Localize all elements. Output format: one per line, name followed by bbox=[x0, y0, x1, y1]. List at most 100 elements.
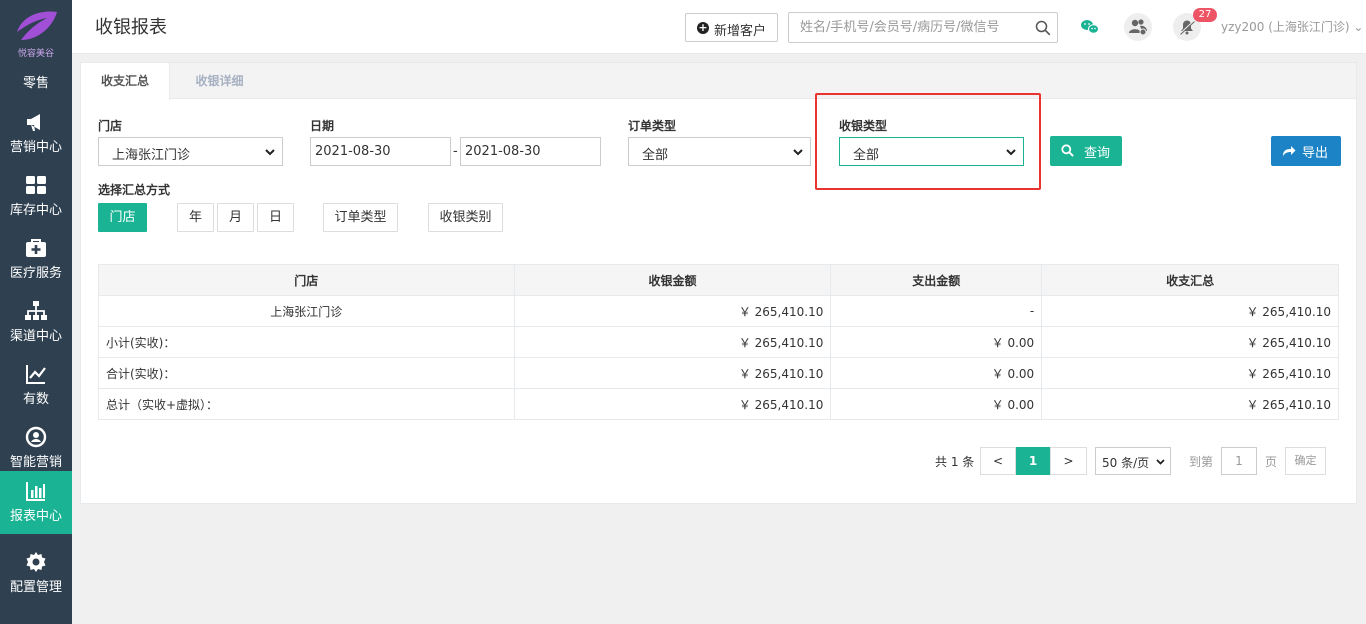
goto-confirm-button[interactable]: 确定 bbox=[1285, 447, 1326, 475]
report-panel: 收支汇总 收银详细 门店 上海张江门诊 日期 2021-08-30 - 2021… bbox=[80, 62, 1357, 504]
page-size-select[interactable]: 50 条/页 bbox=[1095, 447, 1171, 475]
gear-icon bbox=[26, 552, 46, 572]
nav-retail-label[interactable]: 零售 bbox=[0, 72, 72, 91]
group-by-cash-category-button[interactable]: 收银类别 bbox=[428, 203, 503, 232]
nav-item-reports[interactable]: 报表中心 bbox=[0, 471, 72, 534]
group-by-year-button[interactable]: 年 bbox=[177, 203, 214, 232]
table-cell: ￥ 0.00 bbox=[830, 357, 1043, 389]
chevron-down-icon bbox=[1156, 459, 1165, 465]
next-page-button[interactable]: > bbox=[1050, 447, 1087, 475]
table-cell: ￥ 265,410.10 bbox=[1041, 357, 1339, 389]
pagination-total: 共 1 条 bbox=[935, 455, 975, 469]
search-icon bbox=[1061, 144, 1074, 157]
export-button[interactable]: 导出 bbox=[1271, 136, 1341, 166]
table-cell: ￥ 265,410.10 bbox=[513, 295, 832, 327]
column-header: 收支汇总 bbox=[1041, 264, 1339, 296]
sitemap-icon bbox=[25, 301, 47, 320]
goto-label: 到第 bbox=[1189, 455, 1214, 469]
nav-item-label: 配置管理 bbox=[9, 580, 62, 595]
page-title: 收银报表 bbox=[95, 17, 167, 38]
tab-details[interactable]: 收银详细 bbox=[182, 63, 257, 99]
table-cell: 合计(实收)： bbox=[98, 357, 515, 389]
table-cell: 上海张江门诊 bbox=[98, 295, 515, 327]
group-by-store-button[interactable]: 门店 bbox=[98, 203, 147, 232]
column-header: 收银金额 bbox=[513, 264, 832, 296]
page-1-button[interactable]: 1 bbox=[1016, 447, 1050, 475]
table-cell: ￥ 265,410.10 bbox=[513, 357, 832, 389]
tab-bar: 收支汇总 收银详细 bbox=[81, 63, 1356, 100]
nav-item-data[interactable]: 有数 bbox=[0, 354, 72, 417]
group-by-month-button[interactable]: 月 bbox=[217, 203, 254, 232]
table-cell: ￥ 0.00 bbox=[830, 326, 1043, 358]
page-label: 页 bbox=[1265, 455, 1278, 469]
new-customer-button[interactable]: + 新增客户 bbox=[685, 13, 778, 42]
chevron-down-icon bbox=[793, 149, 803, 156]
store-label: 门店 bbox=[98, 119, 123, 133]
megaphone-icon bbox=[27, 114, 40, 131]
summary-table: 门店 收银金额 支出金额 收支汇总 上海张江门诊 ￥ 265,410.10 - … bbox=[98, 264, 1339, 420]
medkit-icon bbox=[26, 239, 46, 257]
nav-item-label: 医疗服务 bbox=[9, 266, 62, 281]
sidebar: 悦容美谷 零售 营销中心 库存中心 医疗服务 渠道中心 有数 智能营销 报表中心… bbox=[0, 0, 72, 624]
order-type-select-value: 全部 bbox=[642, 148, 669, 163]
cash-type-select[interactable]: 全部 bbox=[839, 137, 1024, 166]
top-header: 收银报表 + 新增客户 27 yzy200 (上海张江门诊) ⌄ bbox=[72, 0, 1366, 54]
nav-item-channel[interactable]: 渠道中心 bbox=[0, 291, 72, 354]
table-row: 小计(实收)： ￥ 265,410.10 ￥ 0.00 ￥ 265,410.10 bbox=[98, 326, 1339, 358]
nav-item-settings[interactable]: 配置管理 bbox=[0, 542, 72, 605]
notification-badge: 27 bbox=[1193, 8, 1217, 22]
smart-marketing-icon bbox=[25, 426, 47, 448]
bar-chart-icon bbox=[26, 482, 45, 501]
date-separator: - bbox=[453, 144, 458, 159]
query-button[interactable]: 查询 bbox=[1050, 136, 1122, 166]
table-cell: ￥ 265,410.10 bbox=[1041, 295, 1339, 327]
line-chart-icon bbox=[26, 365, 46, 384]
nav-item-medical[interactable]: 医疗服务 bbox=[0, 228, 72, 291]
nav-item-inventory[interactable]: 库存中心 bbox=[0, 165, 72, 228]
plus-circle-icon: + bbox=[697, 21, 709, 34]
search-input[interactable] bbox=[789, 13, 1029, 42]
table-row: 总计（实收+虚拟）： ￥ 265,410.10 ￥ 0.00 ￥ 265,410… bbox=[98, 388, 1339, 420]
chevron-down-icon: ⌄ bbox=[1349, 20, 1364, 34]
chevron-down-icon bbox=[265, 149, 275, 156]
goto-page-input[interactable]: 1 bbox=[1221, 447, 1257, 475]
date-to-input[interactable]: 2021-08-30 bbox=[460, 137, 601, 166]
grid-icon bbox=[26, 176, 46, 194]
share-icon bbox=[1283, 146, 1296, 156]
logo-text: 悦容美谷 bbox=[17, 49, 54, 59]
search-box bbox=[788, 12, 1058, 43]
store-select[interactable]: 上海张江门诊 bbox=[98, 137, 283, 166]
date-label: 日期 bbox=[310, 119, 335, 133]
group-by-order-type-button[interactable]: 订单类型 bbox=[323, 203, 398, 232]
tab-summary[interactable]: 收支汇总 bbox=[81, 63, 170, 100]
group-by-day-button[interactable]: 日 bbox=[257, 203, 294, 232]
nav-item-label: 渠道中心 bbox=[9, 329, 62, 344]
nav-item-label: 报表中心 bbox=[9, 509, 62, 524]
nav-item-label: 营销中心 bbox=[9, 140, 62, 155]
search-icon[interactable] bbox=[1035, 20, 1051, 36]
export-label: 导出 bbox=[1302, 146, 1329, 161]
user-menu[interactable]: yzy200 (上海张江门诊) ⌄ bbox=[1221, 18, 1363, 35]
prev-page-button[interactable]: < bbox=[980, 447, 1016, 475]
order-type-select[interactable]: 全部 bbox=[628, 137, 811, 166]
table-row: 上海张江门诊 ￥ 265,410.10 - ￥ 265,410.10 bbox=[98, 295, 1339, 327]
table-cell: ￥ 265,410.10 bbox=[513, 388, 832, 420]
logo[interactable]: 悦容美谷 零售 bbox=[0, 0, 72, 92]
table-row: 合计(实收)： ￥ 265,410.10 ￥ 0.00 ￥ 265,410.10 bbox=[98, 357, 1339, 389]
table-cell: ￥ 265,410.10 bbox=[1041, 326, 1339, 358]
nav-item-marketing[interactable]: 营销中心 bbox=[0, 102, 72, 165]
nav-item-label: 有数 bbox=[22, 392, 49, 407]
table-cell: - bbox=[830, 295, 1043, 327]
users-icon[interactable] bbox=[1124, 13, 1152, 41]
column-header: 门店 bbox=[98, 264, 515, 296]
nav-item-label: 智能营销 bbox=[9, 455, 62, 470]
group-by-label: 选择汇总方式 bbox=[98, 183, 171, 197]
logo-mark-icon bbox=[17, 11, 57, 40]
user-name: yzy200 (上海张江门诊) bbox=[1221, 20, 1350, 34]
cash-type-label: 收银类型 bbox=[839, 119, 888, 133]
date-from-input[interactable]: 2021-08-30 bbox=[310, 137, 451, 166]
nav-item-label: 库存中心 bbox=[9, 203, 62, 218]
wechat-icon[interactable] bbox=[1076, 13, 1104, 41]
table-cell: ￥ 265,410.10 bbox=[1041, 388, 1339, 420]
column-header: 支出金额 bbox=[830, 264, 1043, 296]
